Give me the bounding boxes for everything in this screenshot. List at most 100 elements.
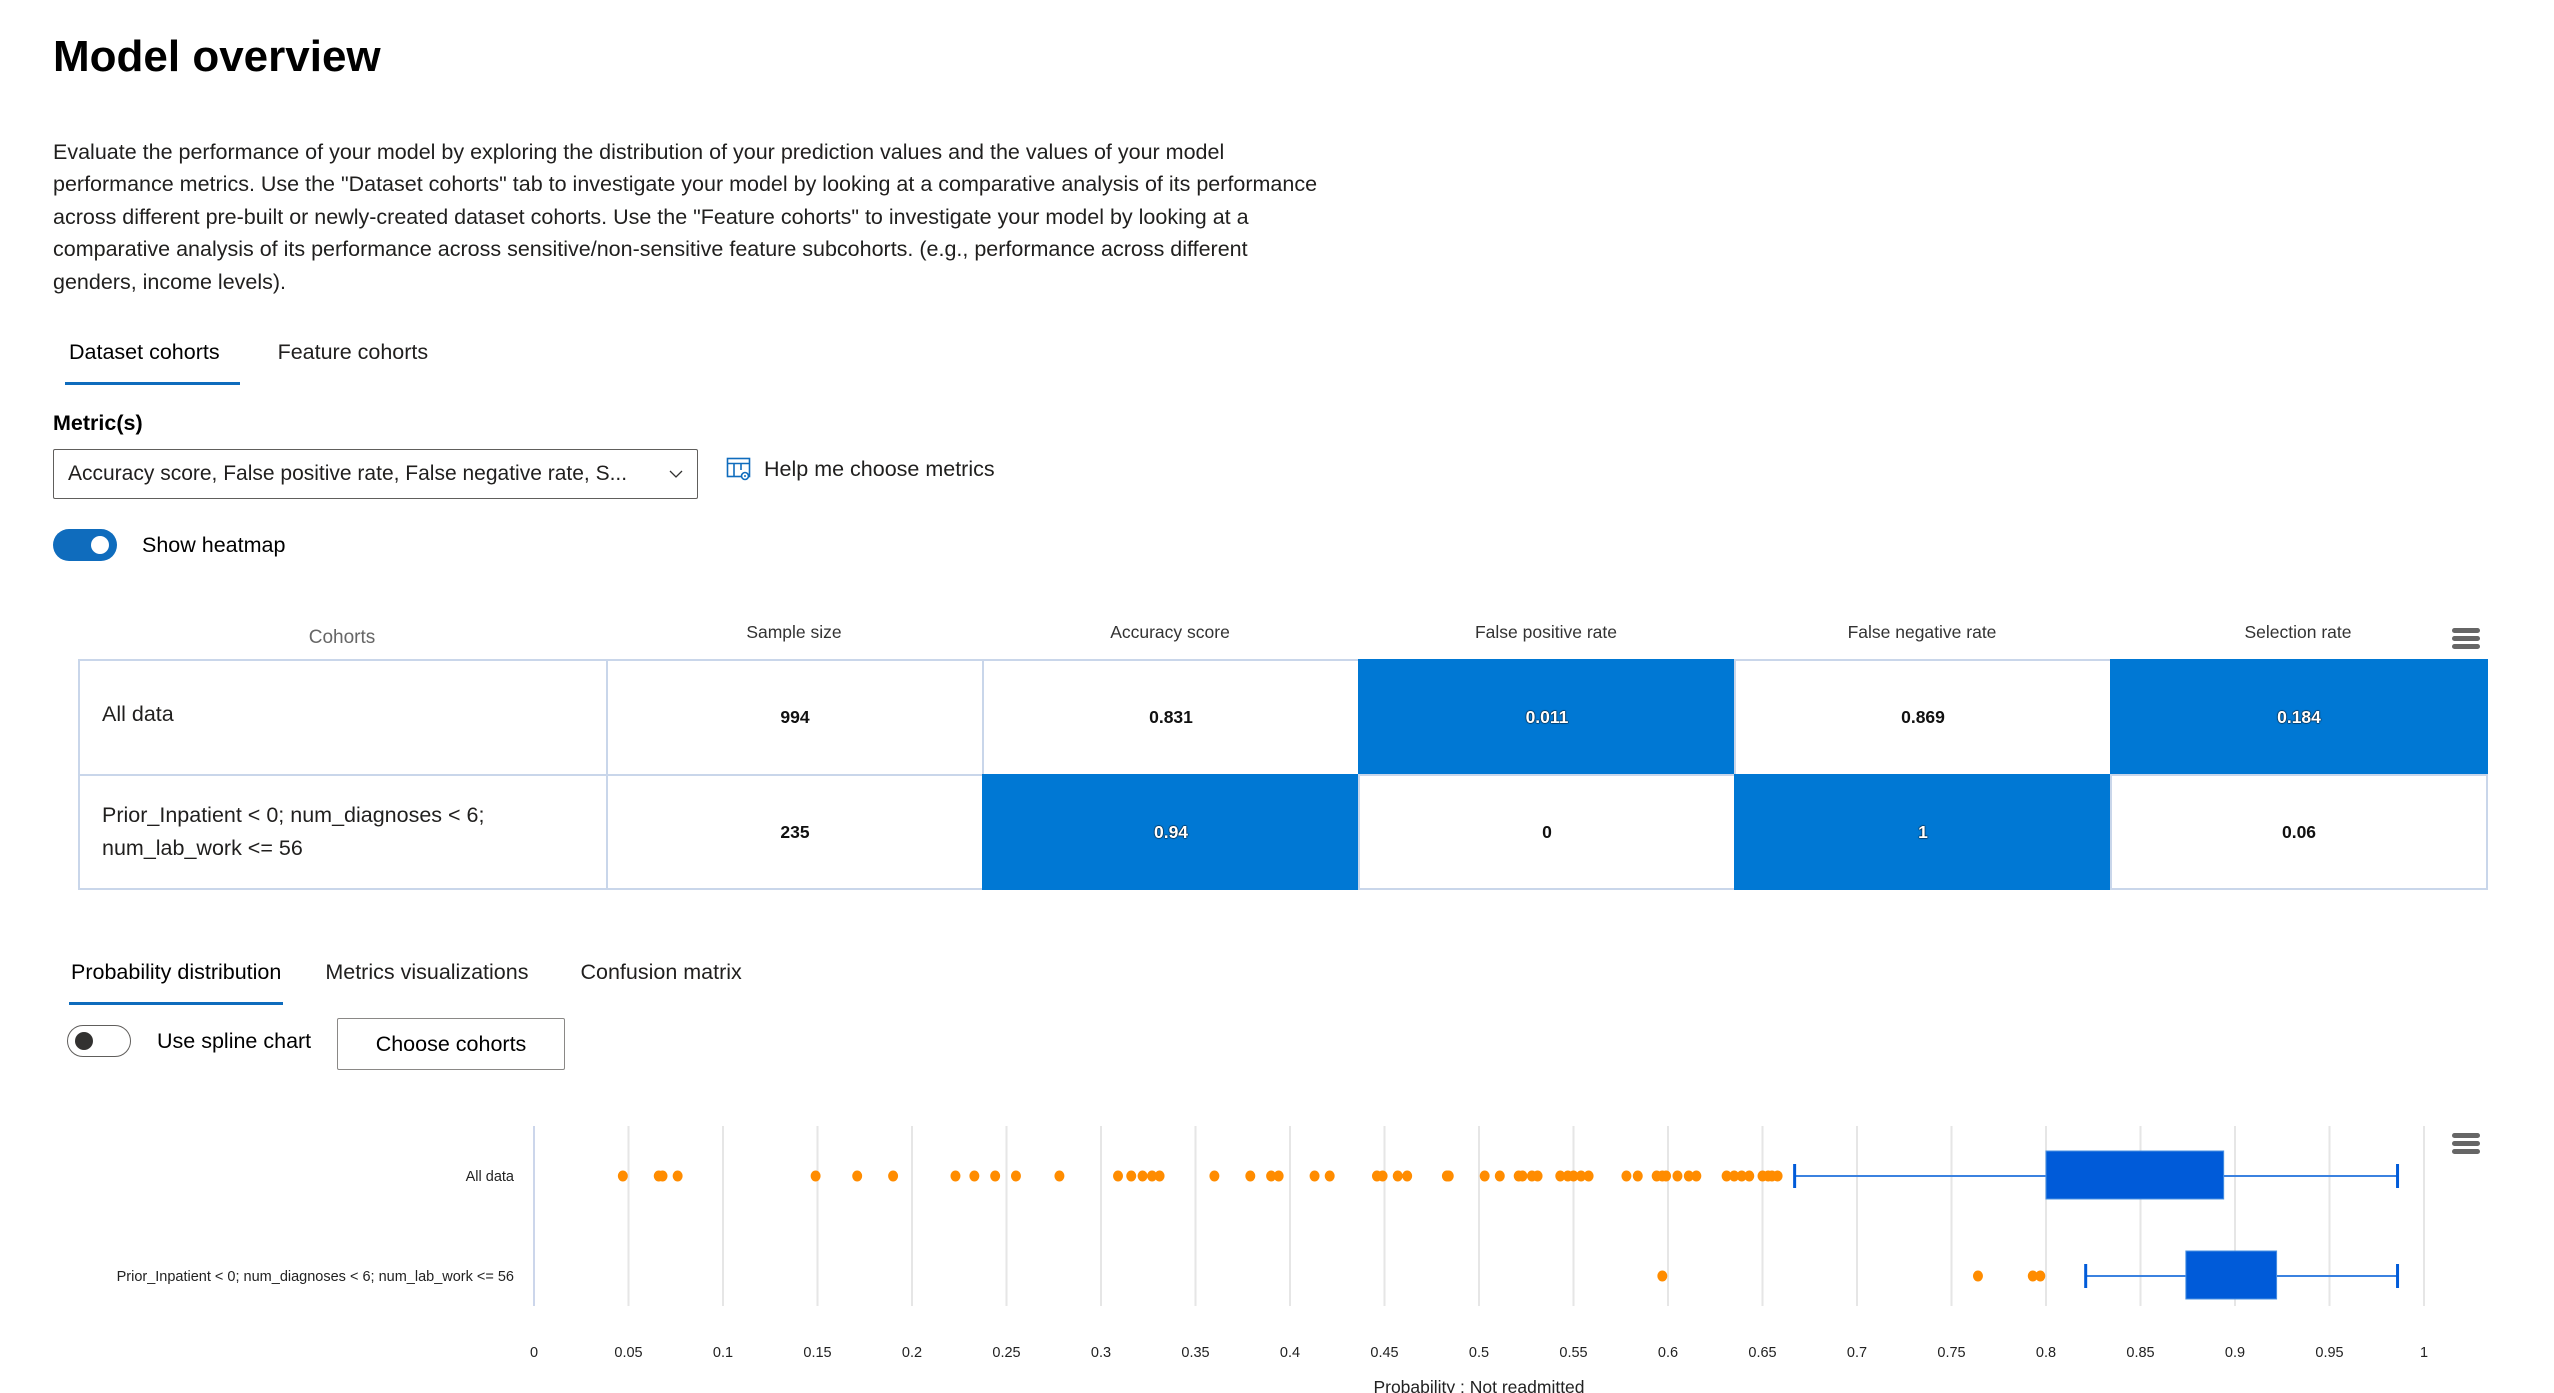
y-category-label: All data	[466, 1169, 515, 1185]
table-menu-icon[interactable]	[2452, 628, 2480, 650]
outlier-point	[1494, 1170, 1505, 1182]
table-settings-icon	[726, 457, 751, 481]
outlier-point	[1632, 1170, 1643, 1182]
column-header-false-negative-rate: False negative rate	[1847, 622, 1997, 642]
outlier-point	[950, 1170, 961, 1182]
spline-chart-label: Use spline chart	[157, 1028, 312, 1053]
iqr-box	[2045, 1150, 2225, 1200]
outlier-point	[810, 1170, 821, 1182]
chart-boxes	[1793, 1150, 2400, 1300]
cohort-name-line: Prior_Inpatient < 0; num_diagnoses < 6;	[102, 803, 485, 827]
spline-chart-toggle[interactable]	[67, 1025, 131, 1057]
x-tick-label: 0.55	[1559, 1345, 1587, 1361]
metric-value-cell: 0.94	[982, 774, 1360, 890]
outlier-point	[657, 1170, 668, 1182]
x-tick-label: 0.2	[902, 1345, 922, 1361]
outlier-point	[888, 1170, 899, 1182]
outlier-point	[2035, 1270, 2046, 1282]
outlier-point	[1972, 1270, 1983, 1282]
outlier-point	[1137, 1170, 1148, 1182]
outlier-point	[1324, 1170, 1335, 1182]
x-tick-label: 0.25	[992, 1345, 1020, 1361]
boxplot-cohort	[2084, 1250, 2400, 1300]
show-heatmap-toggle[interactable]	[53, 529, 117, 561]
metric-value-cell: 235	[606, 774, 984, 890]
metric-value-cell: 0	[1358, 774, 1736, 890]
tab-feature-cohorts[interactable]: Feature cohorts	[264, 335, 443, 385]
toggle-knob	[75, 1032, 93, 1050]
outlier-point	[1126, 1170, 1137, 1182]
outlier-point	[1583, 1170, 1594, 1182]
outlier-point	[1691, 1170, 1702, 1182]
chart-y-axis-labels: All data Prior_Inpatient < 0; num_diagnos…	[117, 1169, 515, 1285]
outlier-point	[1532, 1170, 1543, 1182]
cohort-name-cell: Prior_Inpatient < 0; num_diagnoses < 6; n…	[78, 774, 608, 890]
metrics-label: Metric(s)	[53, 411, 143, 435]
outlier-point	[1377, 1170, 1388, 1182]
x-tick-label: 0.7	[1847, 1345, 1867, 1361]
x-tick-label: 0.15	[803, 1345, 831, 1361]
page-title: Model overview	[53, 32, 381, 81]
boxplot-all-data	[1793, 1150, 2400, 1200]
outlier-point	[1273, 1170, 1284, 1182]
metric-value-cell: 0.011	[1358, 659, 1736, 776]
cohort-name-text: Prior_Inpatient < 0; num_diagnoses < 6; n…	[102, 799, 484, 865]
column-header-sample-size: Sample size	[746, 622, 842, 642]
outlier-point	[1672, 1170, 1683, 1182]
outlier-point	[1479, 1170, 1490, 1182]
x-tick-label: 0.3	[1091, 1345, 1111, 1361]
x-tick-label: 0.1	[713, 1345, 733, 1361]
outlier-point	[1443, 1170, 1454, 1182]
x-tick-label: 1	[2420, 1345, 2428, 1361]
help-choose-metrics-link[interactable]: Help me choose metrics	[726, 456, 995, 482]
x-tick-label: 0.9	[2225, 1345, 2245, 1361]
chart-outliers	[617, 1170, 2046, 1282]
cohort-name-line: All data	[102, 702, 174, 726]
column-header-false-positive-rate: False positive rate	[1474, 622, 1617, 642]
outlier-point	[1245, 1170, 1256, 1182]
outlier-point	[1209, 1170, 1220, 1182]
chevron-down-icon	[669, 470, 683, 478]
x-tick-label: 0.35	[1181, 1345, 1209, 1361]
chart-x-axis-labels: 0 0.05 0.1 0.15 0.2 0.25 0.3 0.35 0.4 0.45 0.5 0.55…	[530, 1345, 2428, 1361]
column-header-accuracy-score: Accuracy score	[1110, 622, 1230, 642]
tab-metrics-visualizations[interactable]: Metrics visualizations	[311, 955, 542, 1005]
x-axis-title: Probability : Not readmitted	[1373, 1377, 1584, 1393]
outlier-point	[1309, 1170, 1320, 1182]
x-tick-label: 0.65	[1748, 1345, 1776, 1361]
x-tick-label: 0	[530, 1345, 538, 1361]
x-tick-label: 0.5	[1469, 1345, 1489, 1361]
y-category-label: Prior_Inpatient < 0; num_diagnoses < 6; …	[117, 1269, 514, 1285]
outlier-point	[1772, 1170, 1783, 1182]
metric-value-cell: 0.184	[2110, 659, 2488, 776]
x-tick-label: 0.45	[1370, 1345, 1398, 1361]
outlier-point	[852, 1170, 863, 1182]
spline-toggle-row: Use spline chart	[67, 1025, 311, 1057]
metrics-dropdown[interactable]: Accuracy score, False positive rate, Fal…	[53, 449, 698, 499]
x-tick-label: 0.8	[2036, 1345, 2056, 1361]
outlier-point	[1154, 1170, 1165, 1182]
tab-probability-distribution[interactable]: Probability distribution	[57, 955, 295, 1005]
tab-confusion-matrix[interactable]: Confusion matrix	[566, 955, 755, 1005]
x-tick-label: 0.95	[2315, 1345, 2343, 1361]
x-tick-label: 0.6	[1658, 1345, 1678, 1361]
x-tick-label: 0.05	[614, 1345, 642, 1361]
toggle-knob	[91, 536, 109, 554]
metrics-dropdown-value: Accuracy score, False positive rate, Fal…	[68, 462, 628, 485]
help-link-label: Help me choose metrics	[764, 456, 995, 481]
outlier-point	[1657, 1270, 1668, 1282]
outlier-point	[1621, 1170, 1632, 1182]
outlier-point	[617, 1170, 628, 1182]
metric-value-cell: 994	[606, 659, 984, 776]
page-description: Evaluate the performance of your model b…	[53, 140, 1318, 294]
iqr-box	[2185, 1250, 2278, 1300]
metric-value-cell: 0.831	[982, 659, 1360, 776]
chart-menu-icon[interactable]	[2452, 1133, 2480, 1155]
outlier-point	[1744, 1170, 1755, 1182]
column-header-cohorts: Cohorts	[308, 627, 376, 648]
x-tick-label: 0.4	[1280, 1345, 1300, 1361]
x-tick-label: 0.75	[1937, 1345, 1965, 1361]
outlier-point	[1113, 1170, 1124, 1182]
tab-dataset-cohorts[interactable]: Dataset cohorts	[55, 335, 252, 385]
choose-cohorts-button[interactable]: Choose cohorts	[337, 1018, 565, 1070]
